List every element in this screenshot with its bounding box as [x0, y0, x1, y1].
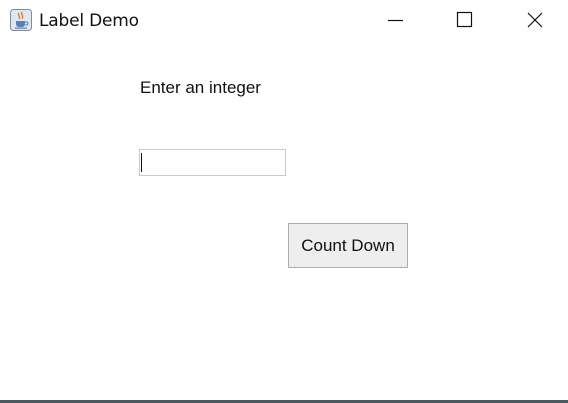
window-title: Label Demo [39, 11, 139, 31]
java-coffee-cup-icon [10, 9, 32, 31]
prompt-label: Enter an integer [140, 78, 261, 97]
maximize-button[interactable] [441, 0, 487, 40]
close-icon [527, 12, 543, 28]
maximize-icon [456, 11, 473, 28]
text-caret [141, 153, 142, 172]
content-pane: Enter an integer Count Down [0, 40, 568, 400]
minimize-icon [388, 19, 403, 22]
close-button[interactable] [512, 0, 558, 40]
app-window: Label Demo Enter an integer Count Down [0, 0, 568, 403]
title-bar[interactable]: Label Demo [0, 0, 568, 40]
integer-input[interactable] [139, 149, 286, 176]
count-down-button[interactable]: Count Down [288, 223, 408, 268]
minimize-button[interactable] [372, 0, 418, 40]
